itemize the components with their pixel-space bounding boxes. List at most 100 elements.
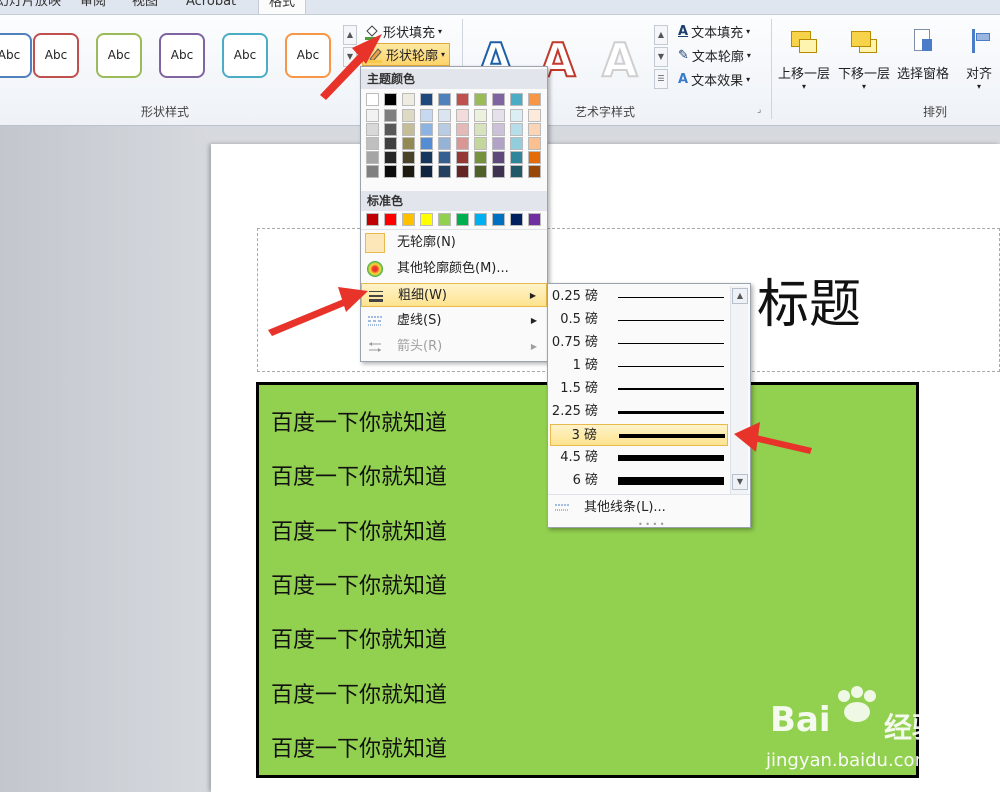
tab-view[interactable]: 视图 bbox=[132, 0, 158, 14]
standard-color-cell[interactable] bbox=[402, 213, 415, 226]
theme-color-cell[interactable] bbox=[474, 123, 487, 136]
theme-color-cell[interactable] bbox=[510, 109, 523, 122]
theme-color-cell[interactable] bbox=[438, 137, 451, 150]
weight-option[interactable]: 3 磅 bbox=[550, 424, 728, 446]
theme-color-cell[interactable] bbox=[510, 123, 523, 136]
tab-acrobat[interactable]: Acrobat bbox=[186, 0, 236, 14]
scroll-up-icon[interactable]: ▲ bbox=[732, 288, 748, 304]
theme-color-cell[interactable] bbox=[510, 93, 523, 106]
theme-color-cell[interactable] bbox=[474, 137, 487, 150]
theme-color-cell[interactable] bbox=[528, 109, 541, 122]
weight-option[interactable]: 1.5 磅 bbox=[550, 378, 728, 400]
theme-color-cell[interactable] bbox=[528, 123, 541, 136]
theme-color-cell[interactable] bbox=[474, 93, 487, 106]
theme-color-cell[interactable] bbox=[402, 165, 415, 178]
theme-color-cell[interactable] bbox=[528, 137, 541, 150]
theme-color-cell[interactable] bbox=[384, 137, 397, 150]
send-backward-button[interactable]: 下移一层 ▾ bbox=[838, 23, 890, 91]
weight-item[interactable]: 粗细(W) ▶ bbox=[361, 283, 547, 307]
standard-color-cell[interactable] bbox=[456, 213, 469, 226]
theme-color-cell[interactable] bbox=[438, 109, 451, 122]
theme-color-cell[interactable] bbox=[366, 93, 379, 106]
theme-color-cell[interactable] bbox=[420, 151, 433, 164]
theme-color-cell[interactable] bbox=[438, 123, 451, 136]
no-outline-item[interactable]: 无轮廓(N) bbox=[361, 231, 547, 255]
dashes-item[interactable]: 虚线(S) ▶ bbox=[361, 309, 547, 333]
standard-color-cell[interactable] bbox=[420, 213, 433, 226]
text-outline-button[interactable]: ✎ 文本轮廓 ▾ bbox=[678, 46, 751, 65]
weight-option[interactable]: 1 磅 bbox=[550, 355, 728, 377]
shape-style-swatch[interactable]: Abc bbox=[159, 33, 205, 78]
shape-fill-button[interactable]: 形状填充 ▾ bbox=[364, 22, 442, 41]
shape-style-swatch[interactable]: Abc bbox=[0, 33, 32, 78]
theme-color-cell[interactable] bbox=[420, 137, 433, 150]
theme-color-cell[interactable] bbox=[510, 151, 523, 164]
selection-pane-button[interactable]: 选择窗格 bbox=[897, 23, 949, 82]
theme-color-cell[interactable] bbox=[366, 123, 379, 136]
theme-color-cell[interactable] bbox=[438, 151, 451, 164]
standard-color-cell[interactable] bbox=[474, 213, 487, 226]
theme-color-cell[interactable] bbox=[402, 93, 415, 106]
theme-color-cell[interactable] bbox=[492, 93, 505, 106]
wordart-gallery-more[interactable]: ☰ bbox=[654, 69, 668, 89]
theme-color-cell[interactable] bbox=[420, 109, 433, 122]
tab-slideshow[interactable]: 幻灯片放映 bbox=[0, 0, 61, 14]
theme-color-cell[interactable] bbox=[492, 109, 505, 122]
shape-style-swatch[interactable]: Abc bbox=[96, 33, 142, 78]
theme-color-cell[interactable] bbox=[402, 123, 415, 136]
text-effects-button[interactable]: A 文本效果 ▾ bbox=[678, 70, 750, 89]
theme-color-cell[interactable] bbox=[474, 109, 487, 122]
theme-color-cell[interactable] bbox=[510, 165, 523, 178]
theme-color-cell[interactable] bbox=[384, 151, 397, 164]
theme-color-cell[interactable] bbox=[384, 123, 397, 136]
more-outline-colors-item[interactable]: 其他轮廓颜色(M)... bbox=[361, 257, 547, 281]
arrows-item[interactable]: 箭头(R) ▶ bbox=[361, 335, 547, 359]
standard-color-cell[interactable] bbox=[510, 213, 523, 226]
theme-color-cell[interactable] bbox=[492, 137, 505, 150]
theme-color-cell[interactable] bbox=[456, 93, 469, 106]
theme-color-cell[interactable] bbox=[402, 137, 415, 150]
more-lines-item[interactable]: 其他线条(L)... bbox=[548, 494, 750, 520]
theme-color-cell[interactable] bbox=[366, 137, 379, 150]
theme-color-cell[interactable] bbox=[528, 93, 541, 106]
submenu-scrollbar[interactable]: ▲ ▼ bbox=[730, 286, 748, 494]
standard-color-cell[interactable] bbox=[438, 213, 451, 226]
gallery-scroll-down[interactable]: ▼ bbox=[343, 47, 357, 67]
standard-color-cell[interactable] bbox=[528, 213, 541, 226]
theme-color-cell[interactable] bbox=[528, 151, 541, 164]
weight-option[interactable]: 2.25 磅 bbox=[550, 401, 728, 423]
theme-color-cell[interactable] bbox=[474, 165, 487, 178]
text-fill-button[interactable]: A 文本填充 ▾ bbox=[678, 22, 750, 41]
weight-option[interactable]: 6 磅 bbox=[550, 470, 728, 492]
shape-style-swatch[interactable]: Abc bbox=[222, 33, 268, 78]
weight-option[interactable]: 0.5 磅 bbox=[550, 309, 728, 331]
theme-color-cell[interactable] bbox=[384, 165, 397, 178]
theme-color-cell[interactable] bbox=[366, 151, 379, 164]
standard-color-cell[interactable] bbox=[492, 213, 505, 226]
wordart-style-white[interactable]: A bbox=[601, 32, 639, 88]
theme-color-cell[interactable] bbox=[420, 165, 433, 178]
shape-style-swatch[interactable]: Abc bbox=[285, 33, 331, 78]
theme-color-cell[interactable] bbox=[456, 123, 469, 136]
theme-color-cell[interactable] bbox=[492, 151, 505, 164]
standard-color-cell[interactable] bbox=[366, 213, 379, 226]
scroll-down-icon[interactable]: ▼ bbox=[732, 474, 748, 490]
wordart-scroll-up[interactable]: ▲ bbox=[654, 25, 668, 45]
theme-color-cell[interactable] bbox=[384, 93, 397, 106]
standard-color-cell[interactable] bbox=[384, 213, 397, 226]
shape-style-swatch[interactable]: Abc bbox=[33, 33, 79, 78]
bring-forward-button[interactable]: 上移一层 ▾ bbox=[778, 23, 830, 91]
align-button[interactable]: 对齐 ▾ bbox=[964, 23, 994, 91]
resize-grip-icon[interactable]: • • • • bbox=[638, 520, 665, 529]
theme-color-cell[interactable] bbox=[438, 93, 451, 106]
theme-color-cell[interactable] bbox=[402, 109, 415, 122]
tab-review[interactable]: 审阅 bbox=[80, 0, 106, 14]
theme-color-cell[interactable] bbox=[438, 165, 451, 178]
theme-color-cell[interactable] bbox=[456, 109, 469, 122]
wordart-scroll-down[interactable]: ▼ bbox=[654, 47, 668, 67]
tab-format[interactable]: 格式 bbox=[258, 0, 307, 14]
theme-color-cell[interactable] bbox=[492, 123, 505, 136]
theme-color-cell[interactable] bbox=[366, 165, 379, 178]
gallery-scroll-up[interactable]: ▲ bbox=[343, 25, 357, 45]
theme-color-cell[interactable] bbox=[420, 123, 433, 136]
